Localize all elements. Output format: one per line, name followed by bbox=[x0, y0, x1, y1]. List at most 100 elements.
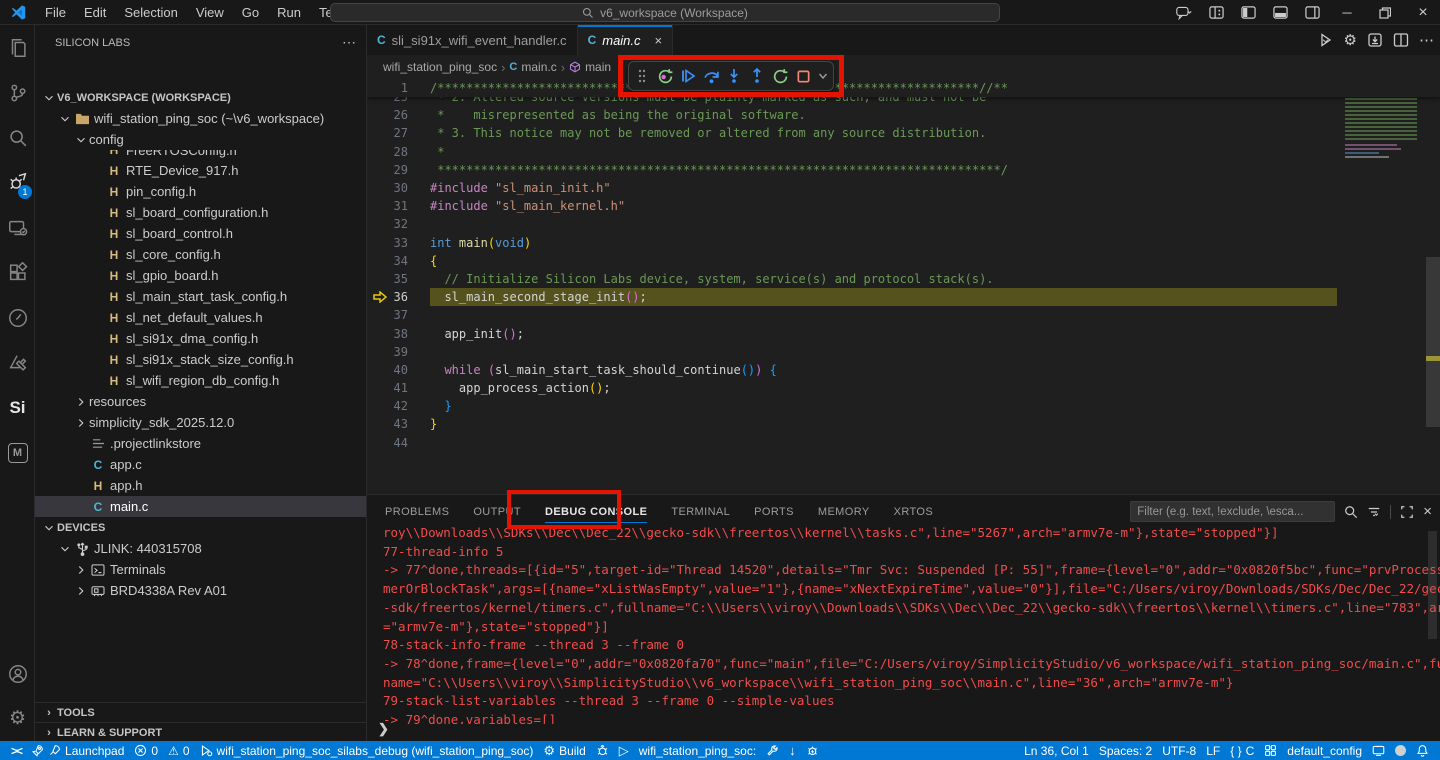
code-line-34[interactable]: 34{ bbox=[367, 252, 1440, 270]
run-button[interactable]: ▷ bbox=[614, 741, 634, 760]
download-flash-button[interactable]: ↓ bbox=[784, 741, 801, 760]
tree-item[interactable]: HFreeRTOSConfig.h bbox=[35, 150, 367, 160]
toggle-secondary-sidebar-icon[interactable] bbox=[1298, 0, 1326, 25]
menu-file[interactable]: File bbox=[36, 0, 75, 25]
editor-scrollbar[interactable] bbox=[1426, 257, 1440, 427]
sticky-code-line[interactable]: 1/**************************************… bbox=[367, 79, 1440, 97]
toggle-panel-icon[interactable] bbox=[1266, 0, 1294, 25]
split-editor-icon[interactable] bbox=[1393, 32, 1409, 48]
project-task-label[interactable]: wifi_station_ping_soc: bbox=[634, 741, 761, 760]
close-panel-icon[interactable]: × bbox=[1423, 503, 1432, 520]
code-line-37[interactable]: 37 bbox=[367, 306, 1440, 324]
run-debug-dropdown-icon[interactable] bbox=[1318, 32, 1334, 48]
breadcrumb-file[interactable]: main.c bbox=[521, 60, 556, 74]
tree-item[interactable]: Cmain.c bbox=[35, 496, 367, 517]
tree-item[interactable]: Capp.c bbox=[35, 454, 367, 475]
remote-indicator[interactable]: >< bbox=[6, 741, 26, 760]
toolbar-drag-grip[interactable] bbox=[632, 65, 652, 87]
minimize-button[interactable]: ─ bbox=[1330, 0, 1364, 25]
find-icon[interactable] bbox=[1344, 505, 1358, 519]
code-line-31[interactable]: 31#include "sl_main_kernel.h" bbox=[367, 197, 1440, 215]
tree-item[interactable]: HRTE_Device_917.h bbox=[35, 160, 367, 181]
active-config[interactable]: default_config bbox=[1282, 741, 1367, 760]
accounts-icon[interactable] bbox=[0, 651, 35, 696]
build-button[interactable]: ⚙ Build bbox=[538, 741, 590, 760]
search-icon[interactable] bbox=[0, 115, 35, 160]
tree-item[interactable]: wifi_station_ping_soc (~\v6_workspace) bbox=[35, 108, 367, 129]
sidebar-section-tools[interactable]: ›TOOLS bbox=[35, 702, 366, 722]
silicon-labs-icon[interactable]: Si bbox=[0, 385, 35, 430]
debug-bug-button[interactable] bbox=[591, 741, 614, 760]
code-line-40[interactable]: 40 while (sl_main_start_task_should_cont… bbox=[367, 361, 1440, 379]
code-editor[interactable]: 25 * 2. Altered source versions must be … bbox=[367, 79, 1440, 494]
debug-config-selector[interactable]: wifi_station_ping_soc_silabs_debug (wifi… bbox=[195, 741, 539, 760]
close-tab-icon[interactable]: × bbox=[655, 33, 663, 48]
restore-button[interactable] bbox=[1368, 0, 1402, 25]
tree-item[interactable]: Hsl_main_start_task_config.h bbox=[35, 286, 367, 307]
tree-item[interactable]: Hsl_si91x_stack_size_config.h bbox=[35, 349, 367, 370]
indentation[interactable]: Spaces: 2 bbox=[1094, 741, 1157, 760]
remote-explorer-icon[interactable] bbox=[0, 205, 35, 250]
wrench-button[interactable] bbox=[761, 741, 784, 760]
menu-edit[interactable]: Edit bbox=[75, 0, 115, 25]
code-line-35[interactable]: 35 // Initialize Silicon Labs device, sy… bbox=[367, 270, 1440, 288]
tools-extension-icon[interactable] bbox=[0, 340, 35, 385]
code-line-39[interactable]: 39 bbox=[367, 343, 1440, 361]
menu-run[interactable]: Run bbox=[268, 0, 310, 25]
sidebar-section-learn[interactable]: ›LEARN & SUPPORT bbox=[35, 722, 366, 742]
code-line-38[interactable]: 38 app_init(); bbox=[367, 324, 1440, 342]
more-debug-actions-icon[interactable] bbox=[816, 65, 830, 87]
command-center-search[interactable]: v6_workspace (Workspace) bbox=[330, 3, 1000, 22]
debug-console-output[interactable]: roy\\Downloads\\SDKs\\Dec\\Dec_22\\gecko… bbox=[383, 524, 1440, 724]
menu-view[interactable]: View bbox=[187, 0, 233, 25]
deploy-icon[interactable] bbox=[1367, 32, 1383, 48]
tree-item[interactable]: Terminals bbox=[35, 559, 367, 580]
code-line-27[interactable]: 27 * 3. This notice may not be removed o… bbox=[367, 124, 1440, 142]
problems-indicator[interactable]: 0 ⚠ 0 bbox=[129, 741, 194, 760]
step-over-button[interactable] bbox=[701, 65, 721, 87]
tab-main-c[interactable]: C main.c × bbox=[578, 25, 674, 55]
flash-erase-button[interactable] bbox=[801, 741, 824, 760]
code-line-32[interactable]: 32 bbox=[367, 215, 1440, 233]
step-into-button[interactable] bbox=[724, 65, 744, 87]
breadcrumb-project[interactable]: wifi_station_ping_soc bbox=[383, 60, 497, 74]
tree-item[interactable]: Hsl_gpio_board.h bbox=[35, 265, 367, 286]
maximize-panel-icon[interactable] bbox=[1400, 505, 1414, 519]
explorer-icon[interactable] bbox=[0, 25, 35, 70]
code-line-43[interactable]: 43} bbox=[367, 415, 1440, 433]
code-line-30[interactable]: 30#include "sl_main_init.h" bbox=[367, 179, 1440, 197]
tree-item[interactable]: Happ.h bbox=[35, 475, 367, 496]
restart-button[interactable] bbox=[770, 65, 790, 87]
tree-item[interactable]: config bbox=[35, 129, 367, 150]
code-line-42[interactable]: 42 } bbox=[367, 397, 1440, 415]
minimap[interactable] bbox=[1345, 86, 1417, 164]
encoding[interactable]: UTF-8 bbox=[1157, 741, 1201, 760]
code-line-28[interactable]: 28 * bbox=[367, 143, 1440, 161]
toggle-primary-sidebar-icon[interactable] bbox=[1234, 0, 1262, 25]
console-filter-input[interactable]: Filter (e.g. text, !exclude, \esca... bbox=[1130, 501, 1335, 522]
continue-button[interactable] bbox=[678, 65, 698, 87]
tab-sli-si91x-wifi-event-handler[interactable]: C sli_si91x_wifi_event_handler.c bbox=[367, 25, 578, 55]
tree-item[interactable]: Hpin_config.h bbox=[35, 181, 367, 202]
code-line-29[interactable]: 29 *************************************… bbox=[367, 161, 1440, 179]
run-and-debug-icon[interactable]: 1 bbox=[0, 160, 35, 205]
tree-item[interactable]: JLINK: 440315708 bbox=[35, 538, 367, 559]
tree-item[interactable]: Hsl_wifi_region_db_config.h bbox=[35, 370, 367, 391]
settings-gear-icon[interactable]: ⚙ bbox=[0, 696, 35, 741]
tree-item[interactable]: Hsl_core_config.h bbox=[35, 244, 367, 265]
tree-item[interactable]: DEVICES bbox=[35, 517, 367, 538]
language-mode[interactable]: { } C bbox=[1225, 741, 1259, 760]
tree-item[interactable]: BRD4338A Rev A01 bbox=[35, 580, 367, 601]
launchpad-button[interactable]: Launchpad bbox=[26, 741, 129, 760]
tree-item[interactable]: simplicity_sdk_2025.12.0 bbox=[35, 412, 367, 433]
panel-scrollbar[interactable] bbox=[1428, 531, 1437, 639]
code-line-41[interactable]: 41 app_process_action(); bbox=[367, 379, 1440, 397]
eol-sequence[interactable]: LF bbox=[1201, 741, 1225, 760]
menu-go[interactable]: Go bbox=[233, 0, 268, 25]
screen-cast-icon[interactable] bbox=[1367, 741, 1390, 760]
tree-item[interactable]: .projectlinkstore bbox=[35, 433, 367, 454]
tree-item[interactable]: resources bbox=[35, 391, 367, 412]
close-window-button[interactable]: × bbox=[1406, 0, 1440, 25]
chat-icon[interactable] bbox=[1170, 0, 1198, 25]
run-profile-icon[interactable] bbox=[0, 295, 35, 340]
